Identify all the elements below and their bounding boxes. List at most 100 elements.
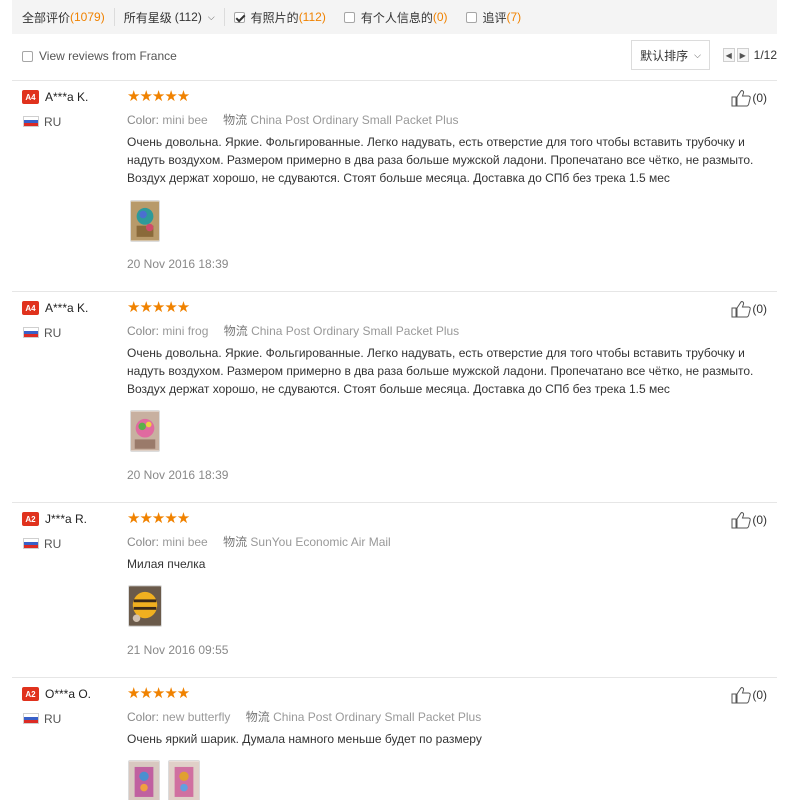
color-label: Color: <box>127 113 160 127</box>
reviewer-name: J***a R. <box>45 512 88 526</box>
reviewer-name: O***a O. <box>45 687 92 701</box>
filter-photos-label: 有照片的 <box>250 10 299 25</box>
shipping-value: SunYou Economic Air Mail <box>250 535 391 549</box>
review-item: A4 A***a K. RU ★★★★★ (0) Color: mini bee… <box>12 80 777 285</box>
helpful-count: (0) <box>752 91 767 105</box>
shipping-label: 物流 <box>223 113 248 127</box>
helpful-count: (0) <box>752 513 767 527</box>
buyer-level-badge: A2 <box>22 512 39 526</box>
chevron-right-icon: ▶ <box>739 50 746 60</box>
with-photos-checkbox[interactable] <box>233 11 245 23</box>
view-reviews-from-france[interactable]: View reviews from France <box>22 49 177 63</box>
butterfly-balloon-photo-image <box>129 761 159 800</box>
next-page-button[interactable]: ▶ <box>736 48 749 62</box>
review-item: A2 O***a O. RU ★★★★★ (0) Color: new butt… <box>12 677 777 800</box>
star-rating: ★★★★★ <box>127 510 190 527</box>
prev-page-button[interactable]: ◀ <box>722 48 735 62</box>
color-value: mini bee <box>162 535 208 549</box>
star-rating: ★★★★★ <box>127 685 190 702</box>
filter-stars-label: 所有星级 <box>123 10 172 25</box>
review-photo-thumbnail[interactable] <box>130 410 160 452</box>
sort-label: 默认排序 <box>640 48 689 63</box>
review-date: 20 Nov 2016 18:39 <box>127 257 229 271</box>
review-photo-thumbnail[interactable] <box>128 760 160 800</box>
filter-followup[interactable]: 追评 (7) <box>457 0 531 34</box>
filter-all-reviews[interactable]: 全部评价 (1079) <box>12 0 114 34</box>
followup-checkbox[interactable] <box>465 11 477 23</box>
russia-flag-icon <box>23 538 39 549</box>
balloon-photo-image <box>131 201 159 241</box>
thumbs-up-icon <box>731 90 752 107</box>
color-value: mini frog <box>162 324 209 338</box>
page-indicator: 1/12 <box>753 48 777 62</box>
shipping-label: 物流 <box>245 710 270 724</box>
buyer-level-badge: A4 <box>22 301 39 315</box>
filter-followup-label: 追评 <box>482 10 507 25</box>
filter-personal-count: (0) <box>432 10 448 24</box>
review-text: Очень довольна. Яркие. Фольгированные. Л… <box>127 346 754 396</box>
bee-balloon-photo-image <box>129 586 161 626</box>
russia-flag-icon <box>23 327 39 338</box>
shipping-label: 物流 <box>223 324 248 338</box>
butterfly-balloon-photo-image <box>169 761 199 800</box>
filter-all-count: (1079) <box>70 10 105 24</box>
review-attributes: Color: mini bee 物流 China Post Ordinary S… <box>127 111 459 128</box>
shipping-value: China Post Ordinary Small Packet Plus <box>273 710 482 724</box>
balloon-photo-image <box>131 411 159 451</box>
reviewer-country: RU <box>44 326 62 340</box>
russia-flag-icon <box>23 116 39 127</box>
thumbs-up-icon <box>731 512 752 529</box>
chevron-down-icon: ⌵ <box>694 49 701 60</box>
filter-followup-count: (7) <box>506 10 522 24</box>
review-text: Очень довольна. Яркие. Фольгированные. Л… <box>127 135 754 185</box>
review-item: A4 A***a K. RU ★★★★★ (0) Color: mini fro… <box>12 291 777 496</box>
buyer-level-badge: A4 <box>22 90 39 104</box>
review-photo-thumbnail[interactable] <box>168 760 200 800</box>
review-photo-thumbnail[interactable] <box>128 585 162 627</box>
helpful-button[interactable]: (0) <box>731 300 767 318</box>
shipping-value: China Post Ordinary Small Packet Plus <box>250 113 459 127</box>
reviewer-name: A***a K. <box>45 301 89 315</box>
review-attributes: Color: new butterfly 物流 China Post Ordin… <box>127 708 481 725</box>
chevron-left-icon: ◀ <box>725 50 732 60</box>
review-attributes: Color: mini bee 物流 SunYou Economic Air M… <box>127 533 391 550</box>
france-checkbox[interactable] <box>22 50 33 62</box>
review-photo-thumbnail[interactable] <box>130 200 160 242</box>
color-value: mini bee <box>162 113 208 127</box>
helpful-button[interactable]: (0) <box>731 511 767 529</box>
review-sub-bar: View reviews from France 默认排序 ⌵ ◀ ▶ 1/12 <box>22 40 777 72</box>
review-date: 20 Nov 2016 18:39 <box>127 468 229 482</box>
review-attributes: Color: mini frog 物流 China Post Ordinary … <box>127 322 459 339</box>
reviewer-country: RU <box>44 115 62 129</box>
star-rating: ★★★★★ <box>127 299 190 316</box>
reviewer-name: A***a K. <box>45 90 89 104</box>
filter-with-personal-info[interactable]: 有个人信息的 (0) <box>335 0 457 34</box>
personal-info-checkbox[interactable] <box>343 11 355 23</box>
filter-all-label: 全部评价 <box>22 10 71 25</box>
review-item: A2 J***a R. RU ★★★★★ (0) Color: mini bee… <box>12 502 777 672</box>
color-label: Color: <box>127 324 160 338</box>
filter-with-photos[interactable]: 有照片的 (112) <box>225 0 335 34</box>
shipping-label: 物流 <box>223 535 248 549</box>
review-text: Очень яркий шарик. Думала намного меньше… <box>127 732 482 746</box>
helpful-button[interactable]: (0) <box>731 686 767 704</box>
color-label: Color: <box>127 710 160 724</box>
filter-photos-count: (112) <box>298 10 326 24</box>
reviewer-country: RU <box>44 712 62 726</box>
review-filter-bar: 全部评价 (1079) 所有星级 (112) ⌵ 有照片的 (112) 有个人信… <box>12 0 777 34</box>
pagination: ◀ ▶ 1/12 <box>722 48 777 62</box>
chevron-down-icon: ⌵ <box>207 11 215 22</box>
helpful-count: (0) <box>752 688 767 702</box>
helpful-count: (0) <box>752 302 767 316</box>
thumbs-up-icon <box>731 301 752 318</box>
reviewer-country: RU <box>44 537 62 551</box>
review-date: 21 Nov 2016 09:55 <box>127 643 229 657</box>
color-label: Color: <box>127 535 160 549</box>
russia-flag-icon <box>23 713 39 724</box>
filter-personal-label: 有个人信息的 <box>360 10 433 25</box>
helpful-button[interactable]: (0) <box>731 89 767 107</box>
filter-star-rating-dropdown[interactable]: 所有星级 (112) ⌵ <box>115 0 224 34</box>
color-value: new butterfly <box>162 710 231 724</box>
sort-dropdown[interactable]: 默认排序 ⌵ <box>631 40 710 70</box>
review-text: Милая пчелка <box>127 557 206 571</box>
